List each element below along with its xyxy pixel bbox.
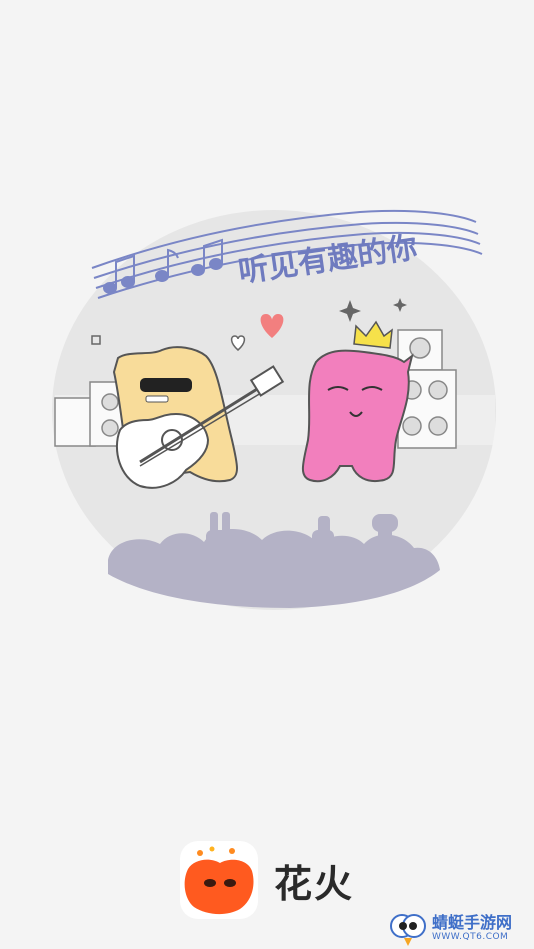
- app-logo-icon: [180, 841, 258, 919]
- app-name: 花火: [274, 861, 355, 906]
- watermark-title: 蜻蜓手游网: [432, 912, 513, 932]
- splash-illustration: 听见有趣的你: [52, 209, 496, 610]
- dragonfly-logo-icon: [390, 913, 426, 946]
- watermark-url: WWW.QT6.COM: [432, 931, 509, 942]
- brand-row: 花火: [180, 840, 354, 920]
- watermark: 蜻蜓手游网 WWW.QT6.COM: [388, 906, 534, 949]
